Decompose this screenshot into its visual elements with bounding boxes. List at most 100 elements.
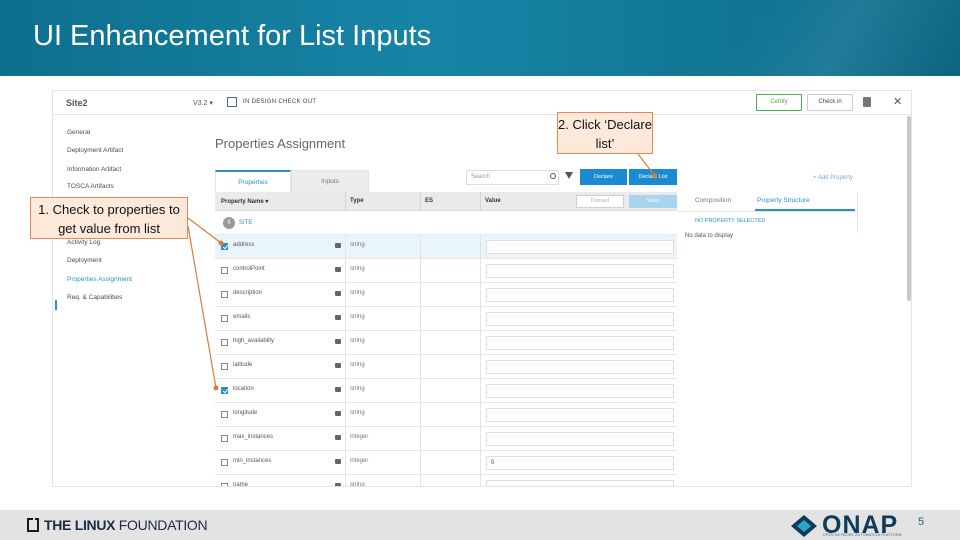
sidebar-item-tosca-artifacts[interactable]: TOSCA Artifacts xyxy=(67,183,114,190)
sidebar-item-general[interactable]: General xyxy=(67,129,90,136)
table-row[interactable]: description string xyxy=(215,283,677,307)
comment-icon[interactable] xyxy=(335,315,341,320)
row-checkbox[interactable] xyxy=(221,363,228,370)
column-header-es: ES xyxy=(425,198,434,204)
table-row[interactable]: emails string xyxy=(215,307,677,331)
search-input[interactable]: Search xyxy=(466,170,559,185)
table-row[interactable]: controlPoint string xyxy=(215,259,677,283)
comment-icon[interactable] xyxy=(335,411,341,416)
declare-list-button[interactable]: Declare List xyxy=(629,169,677,185)
value-input[interactable] xyxy=(486,312,674,326)
comment-icon[interactable] xyxy=(335,291,341,296)
check-in-button[interactable]: Check in xyxy=(807,94,853,111)
callout-step-2: 2. Click ‘Declare list’ xyxy=(557,112,653,154)
comment-icon[interactable] xyxy=(335,363,341,368)
comment-icon[interactable] xyxy=(335,243,341,248)
table-row[interactable]: name string xyxy=(215,475,677,487)
add-property-link[interactable]: + Add Property xyxy=(813,175,853,181)
panel-border xyxy=(857,192,858,233)
column-divider xyxy=(345,307,346,331)
row-checkbox[interactable] xyxy=(221,411,228,418)
column-divider xyxy=(345,355,346,379)
table-row[interactable]: longitude string xyxy=(215,403,677,427)
column-header-property-name[interactable]: Property Name ▾ xyxy=(221,198,268,205)
property-name: longitude xyxy=(233,410,258,416)
value-input[interactable] xyxy=(486,432,674,446)
value-input[interactable] xyxy=(486,336,674,350)
tab-inputs[interactable]: Inputs xyxy=(291,170,369,192)
comment-icon[interactable] xyxy=(335,339,341,344)
comment-icon[interactable] xyxy=(335,483,341,486)
row-checkbox[interactable] xyxy=(221,387,228,394)
comment-icon[interactable] xyxy=(335,387,341,392)
sidebar-item-properties-assignment[interactable]: Properties Assignment xyxy=(67,276,132,283)
column-divider xyxy=(345,192,346,211)
column-divider xyxy=(420,331,421,355)
row-checkbox[interactable] xyxy=(221,315,228,322)
close-icon[interactable]: ✕ xyxy=(893,95,902,108)
value-input[interactable] xyxy=(486,360,674,374)
filter-icon[interactable] xyxy=(565,172,573,179)
table-row[interactable]: max_instances integer xyxy=(215,427,677,451)
certify-button[interactable]: Certify xyxy=(756,94,802,111)
column-divider xyxy=(480,403,481,427)
linux-foundation-bold: THE LINUX xyxy=(44,517,116,533)
discard-button[interactable]: Discard xyxy=(576,195,624,208)
table-row[interactable]: high_availablity string xyxy=(215,331,677,355)
trash-icon[interactable] xyxy=(863,97,871,107)
value-input[interactable]: 0 xyxy=(486,456,674,470)
row-checkbox[interactable] xyxy=(221,339,228,346)
column-divider xyxy=(420,403,421,427)
lifecycle-state: IN DESIGN CHECK OUT xyxy=(243,99,317,105)
onap-logo-icon xyxy=(791,515,817,537)
table-row[interactable]: latitude string xyxy=(215,355,677,379)
onap-tagline: OPEN NETWORK AUTOMATION PLATFORM xyxy=(823,533,902,537)
tab-composition[interactable]: Composition xyxy=(695,197,731,204)
row-checkbox[interactable] xyxy=(221,243,228,250)
value-input[interactable] xyxy=(486,288,674,302)
group-label: SITE xyxy=(239,220,253,226)
value-input[interactable] xyxy=(486,240,674,254)
sidebar-item-req-capabilities[interactable]: Req. & Capabilities xyxy=(67,294,122,301)
page-number: 5 xyxy=(918,516,925,528)
comment-icon[interactable] xyxy=(335,435,341,440)
linux-foundation-logo-icon xyxy=(27,518,39,532)
row-checkbox[interactable] xyxy=(221,435,228,442)
declare-button[interactable]: Declare xyxy=(580,169,627,185)
comment-icon[interactable] xyxy=(335,459,341,464)
table-row[interactable]: min_instances integer 0 xyxy=(215,451,677,475)
value-input[interactable] xyxy=(486,480,674,486)
search-icon xyxy=(550,173,556,179)
property-name: location xyxy=(233,386,254,392)
column-divider xyxy=(480,235,481,259)
value-input[interactable] xyxy=(486,384,674,398)
sidebar-item-activity-log[interactable]: Activity Log xyxy=(67,239,100,246)
column-divider xyxy=(345,403,346,427)
scrollbar[interactable] xyxy=(907,116,911,301)
version-selector[interactable]: V3.2 ▾ xyxy=(193,99,213,107)
table-row[interactable]: address string xyxy=(215,235,677,259)
active-marker xyxy=(55,300,57,310)
sidebar-item-deployment[interactable]: Deployment xyxy=(67,257,102,264)
property-type: string xyxy=(350,482,365,487)
sidebar-item-information-artifact[interactable]: Information Artifact xyxy=(67,166,121,173)
column-divider xyxy=(345,379,346,403)
column-divider xyxy=(480,427,481,451)
row-checkbox[interactable] xyxy=(221,267,228,274)
column-divider xyxy=(345,259,346,283)
value-input[interactable] xyxy=(486,408,674,422)
tab-property-structure[interactable]: Property Structure xyxy=(757,197,810,204)
column-divider xyxy=(420,283,421,307)
column-divider xyxy=(345,331,346,355)
row-checkbox[interactable] xyxy=(221,291,228,298)
table-row[interactable]: location string xyxy=(215,379,677,403)
value-input[interactable] xyxy=(486,264,674,278)
tab-properties[interactable]: Properties xyxy=(215,170,291,192)
column-divider xyxy=(345,283,346,307)
row-checkbox[interactable] xyxy=(221,459,228,466)
group-badge: II xyxy=(223,217,235,229)
row-checkbox[interactable] xyxy=(221,483,228,486)
sidebar-item-deployment-artifact[interactable]: Deployment Artifact xyxy=(67,147,123,154)
comment-icon[interactable] xyxy=(335,267,341,272)
save-button[interactable]: Save xyxy=(629,195,677,208)
